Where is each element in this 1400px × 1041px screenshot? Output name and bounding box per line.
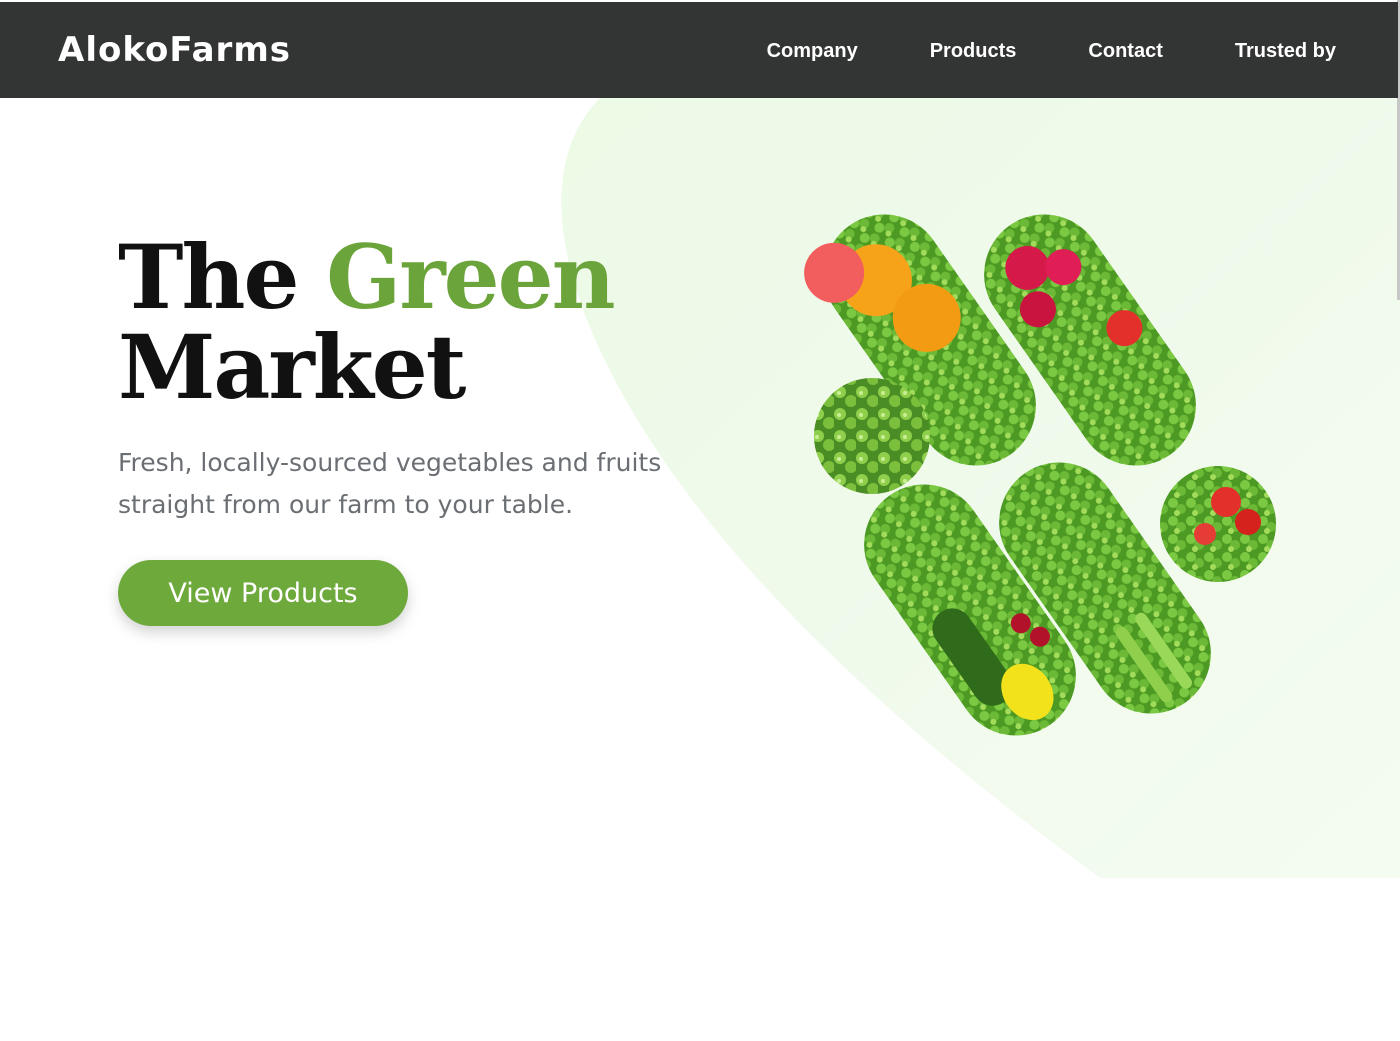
hero-title-word-the: The [118, 225, 299, 329]
page: AlokoFarms Company Products Contact Trus… [0, 0, 1400, 1041]
hero-title-word-market: Market [118, 315, 466, 419]
produce-image-collage [804, 214, 1276, 736]
hero-title-word-green: Green [326, 225, 615, 329]
view-products-button[interactable]: View Products [118, 560, 408, 626]
produce-circle-grapes [814, 378, 930, 494]
brand-logo[interactable]: AlokoFarms [58, 30, 291, 70]
hero-title: The Green Market [118, 232, 616, 412]
hero-subtitle: Fresh, locally-sourced vegetables and fr… [118, 448, 662, 519]
main-nav: Company Products Contact Trusted by [767, 38, 1336, 64]
nav-item-company[interactable]: Company [767, 38, 858, 64]
produce-circle-tomatoes [1160, 466, 1276, 582]
nav-item-contact[interactable]: Contact [1088, 38, 1162, 64]
nav-item-trusted-by[interactable]: Trusted by [1235, 38, 1336, 64]
top-navigation-bar: AlokoFarms Company Products Contact Trus… [0, 2, 1398, 98]
nav-item-products[interactable]: Products [930, 38, 1017, 64]
